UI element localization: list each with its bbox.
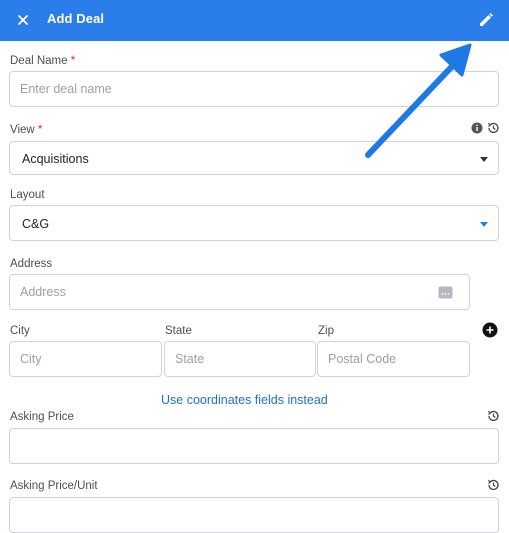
use-coordinates-link[interactable]: Use coordinates fields instead — [161, 393, 328, 407]
history-icon[interactable] — [486, 409, 500, 423]
chevron-down-icon — [480, 222, 488, 227]
asking-price-unit-input[interactable] — [10, 498, 498, 532]
state-input[interactable] — [165, 342, 315, 376]
asking-price-unit-label: Asking Price/Unit — [10, 480, 98, 492]
layout-select[interactable]: C&G — [9, 205, 499, 241]
address-options-icon[interactable] — [438, 286, 453, 299]
deal-name-field[interactable] — [9, 71, 499, 107]
layout-label: Layout — [10, 189, 45, 201]
zip-field[interactable] — [317, 341, 470, 377]
address-field[interactable] — [9, 274, 470, 310]
view-selected-value: Acquisitions — [22, 152, 89, 166]
city-input[interactable] — [10, 342, 161, 376]
deal-name-label: Deal Name * — [10, 55, 76, 67]
layout-selected-value: C&G — [22, 217, 50, 231]
zip-input[interactable] — [318, 342, 469, 376]
chevron-down-icon — [480, 157, 488, 162]
close-icon[interactable] — [14, 11, 32, 29]
zip-label: Zip — [318, 325, 334, 337]
state-label: State — [165, 325, 192, 337]
asking-price-input[interactable] — [10, 429, 498, 463]
add-circle-icon[interactable] — [482, 322, 498, 338]
asking-price-unit-field[interactable] — [9, 497, 499, 533]
asking-price-label: Asking Price — [10, 411, 74, 423]
app-header: Add Deal — [0, 0, 509, 41]
city-field[interactable] — [9, 341, 162, 377]
address-input[interactable] — [10, 275, 469, 309]
deal-name-input[interactable] — [10, 72, 498, 106]
asking-price-field[interactable] — [9, 428, 499, 464]
info-icon[interactable] — [471, 122, 483, 134]
history-icon[interactable] — [486, 478, 500, 492]
city-label: City — [10, 325, 30, 337]
view-select[interactable]: Acquisitions — [9, 141, 499, 175]
state-field[interactable] — [164, 341, 316, 377]
view-label: View * — [10, 124, 43, 136]
history-icon[interactable] — [486, 121, 500, 135]
address-label: Address — [10, 258, 53, 270]
pencil-icon[interactable] — [476, 10, 496, 30]
page-title: Add Deal — [47, 11, 105, 26]
